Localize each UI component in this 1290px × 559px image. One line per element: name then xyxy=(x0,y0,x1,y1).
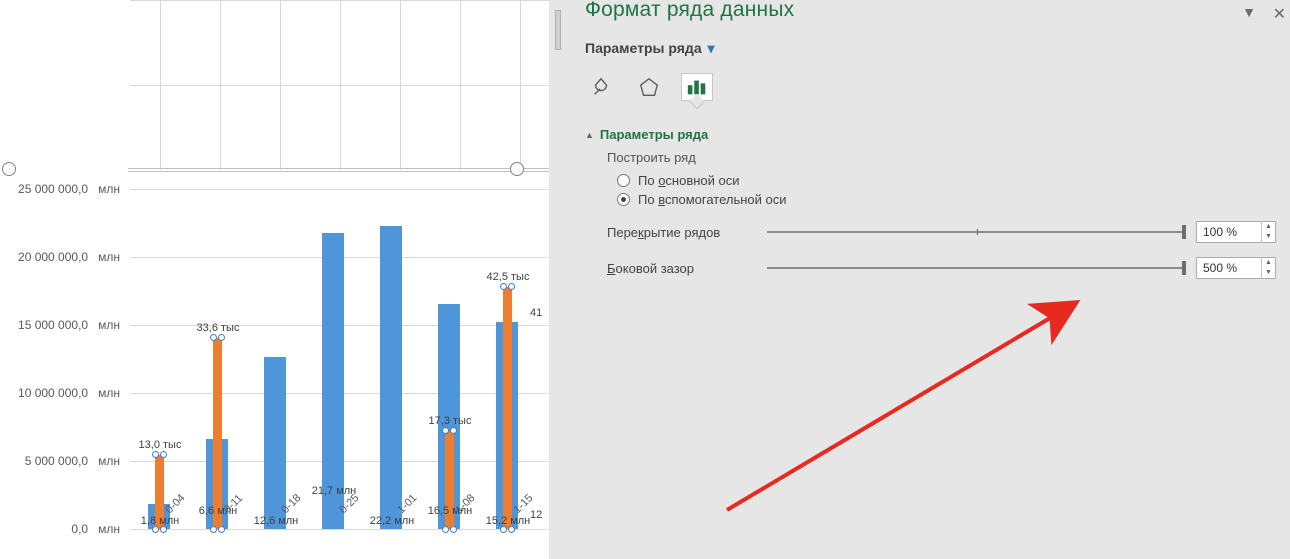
range-selector-handle-left[interactable] xyxy=(2,162,16,176)
chevron-down-icon: ▾ xyxy=(708,40,715,56)
tab-series-options-icon[interactable] xyxy=(681,73,713,101)
bar-primary[interactable] xyxy=(380,226,402,529)
spinner-down-icon[interactable]: ▼ xyxy=(1262,268,1275,278)
radio-icon xyxy=(617,193,630,206)
y-tick-label: 0,0 xyxy=(71,522,88,536)
upper-grid-line xyxy=(130,85,549,86)
data-label-partial: 12 xyxy=(530,509,549,521)
series-overlap-input[interactable]: 100 % ▲▼ xyxy=(1196,221,1276,243)
pane-dropdown-icon[interactable]: ▼ xyxy=(1242,4,1256,20)
chart-area[interactable]: 0,0 млн 5 000 000,0 млн 10 000 000,0 млн… xyxy=(0,0,549,559)
data-label: 33,6 тыс xyxy=(183,322,253,334)
build-series-label: Построить ряд xyxy=(607,150,1276,165)
plot-area: 13,0 тыс 1,8 млн 0-04 33,6 тыс 6,6 млн 0… xyxy=(130,168,549,559)
gap-width-slider[interactable] xyxy=(767,267,1186,269)
radio-icon xyxy=(617,174,630,187)
data-label: 42,5 тыс xyxy=(473,271,543,283)
radio-primary-axis[interactable]: По основной оси xyxy=(617,173,1276,188)
pane-splitter[interactable] xyxy=(549,0,567,559)
format-data-series-pane: ▼ ✕ Формат ряда данных Параметры ряда ▾ xyxy=(567,0,1290,559)
pane-title: Формат ряда данных xyxy=(585,0,1276,22)
section-series-options-header[interactable]: ▲ Параметры ряда xyxy=(585,127,1276,142)
y-tick-label: 25 000 000,0 xyxy=(18,182,88,196)
spinner-up-icon[interactable]: ▲ xyxy=(1262,258,1275,268)
y-tick-label: 5 000 000,0 xyxy=(25,454,88,468)
scrollbar-thumb[interactable] xyxy=(555,10,561,50)
series-options-dropdown[interactable]: Параметры ряда ▾ xyxy=(585,40,1276,57)
gap-width-label: Боковой зазор xyxy=(607,261,757,276)
tab-fill-line-icon[interactable] xyxy=(585,73,617,101)
gap-width-input[interactable]: 500 % ▲▼ xyxy=(1196,257,1276,279)
tab-effects-icon[interactable] xyxy=(633,73,665,101)
y-tick-label: 20 000 000,0 xyxy=(18,250,88,264)
radio-secondary-axis[interactable]: По вспомогательной оси xyxy=(617,192,1276,207)
spinner-up-icon[interactable]: ▲ xyxy=(1262,222,1275,232)
bar-secondary[interactable] xyxy=(213,338,222,529)
collapse-triangle-icon: ▲ xyxy=(585,130,594,140)
bar-secondary[interactable] xyxy=(503,287,512,529)
close-icon[interactable]: ✕ xyxy=(1273,4,1286,24)
data-label-partial: 41 xyxy=(530,307,549,319)
spinner-down-icon[interactable]: ▼ xyxy=(1262,232,1275,242)
series-overlap-label: Перекрытие рядов xyxy=(607,225,757,240)
y-tick-label: 15 000 000,0 xyxy=(18,318,88,332)
annotation-arrow xyxy=(717,290,1097,520)
upper-grid-line xyxy=(130,0,549,1)
y-tick-label: 10 000 000,0 xyxy=(18,386,88,400)
data-label: 13,0 тыс xyxy=(125,439,195,451)
series-overlap-slider[interactable] xyxy=(767,231,1186,233)
data-label: 17,3 тыс xyxy=(415,415,485,427)
